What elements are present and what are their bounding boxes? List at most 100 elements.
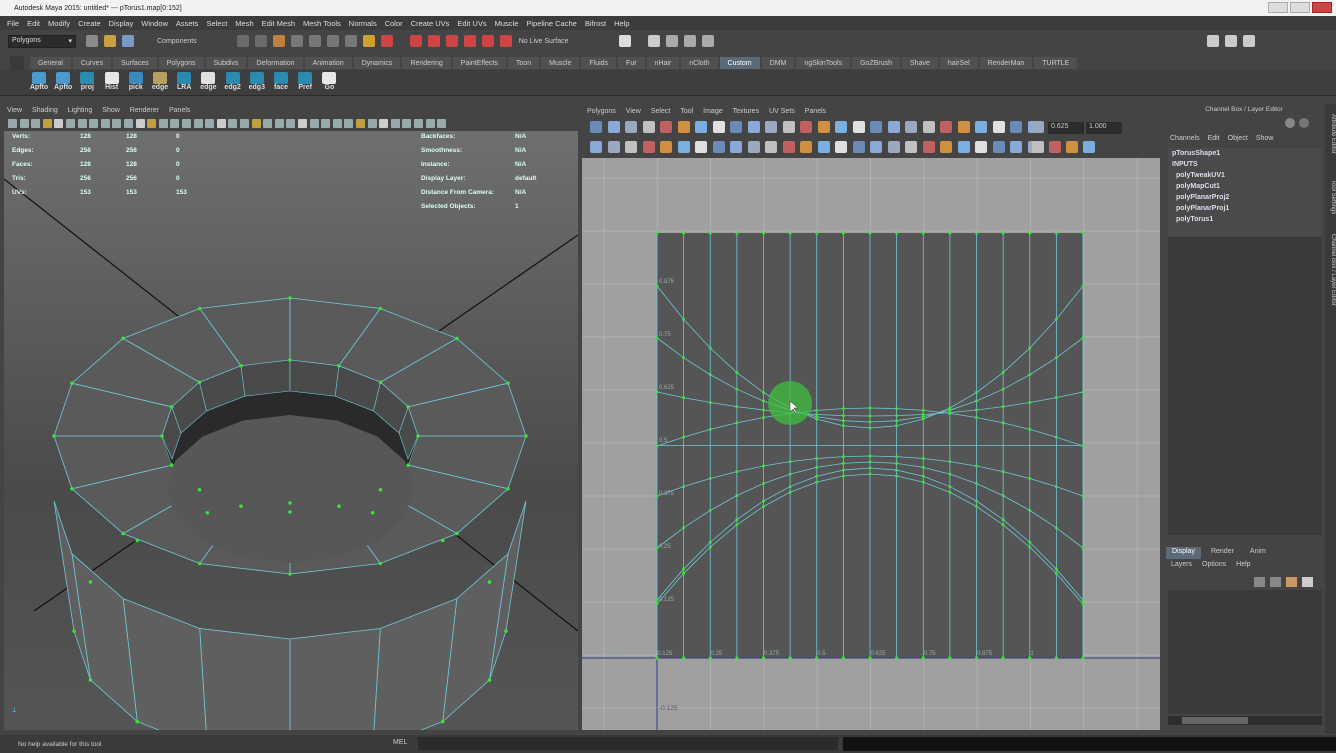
uv-vertex[interactable] (1001, 231, 1005, 235)
channel-box-toggle-icon[interactable] (701, 35, 714, 47)
torus-vertex[interactable] (205, 510, 210, 515)
uv-vertex[interactable] (921, 231, 925, 235)
uv-vertex[interactable] (762, 505, 765, 508)
uv-tool-icon[interactable] (905, 141, 917, 153)
torus-vertex[interactable] (135, 719, 140, 724)
shelf-button-face[interactable]: face (270, 72, 292, 94)
uv-tool-icon[interactable] (607, 121, 620, 133)
torus-vertex[interactable] (169, 463, 174, 467)
uv-tool-icon[interactable] (1010, 141, 1022, 153)
modeling-toolkit-icon[interactable] (1206, 35, 1219, 47)
side-tab[interactable]: Attribute Editor (1325, 114, 1336, 154)
uv-vertex[interactable] (1028, 231, 1032, 235)
torus-vertex[interactable] (121, 531, 125, 536)
snap-grid-icon[interactable] (290, 35, 303, 47)
uv-vertex[interactable] (788, 656, 792, 660)
uv-vertex[interactable] (1081, 602, 1085, 606)
menu-select[interactable]: Select (206, 19, 227, 28)
torus-vertex[interactable] (440, 538, 445, 543)
uv-vertex[interactable] (762, 399, 765, 403)
uv-vertex[interactable] (708, 477, 712, 480)
shelf-button-go[interactable]: Go (318, 72, 340, 94)
uv-tool-icon[interactable] (765, 121, 777, 133)
uv-vertex[interactable] (948, 656, 952, 660)
uv-vertex[interactable] (895, 455, 899, 459)
torus-vertex[interactable] (70, 381, 74, 385)
torus-vertex[interactable] (406, 405, 411, 409)
shelf-tab-turtle[interactable]: TURTLE (1034, 57, 1078, 69)
uv-vertex[interactable] (788, 231, 792, 235)
layer-tab-display[interactable]: Display (1166, 547, 1201, 559)
uv-vertex[interactable] (1001, 387, 1005, 391)
uv-vertex[interactable] (1001, 494, 1005, 498)
layer-menu-help[interactable]: Help (1236, 561, 1250, 573)
layer-scrollbar[interactable] (1168, 716, 1322, 725)
uv-tool-icon[interactable] (1049, 141, 1061, 153)
uv-vertex[interactable] (1028, 373, 1032, 377)
torus-vertex[interactable] (197, 487, 202, 492)
viewport-tool-icon[interactable] (42, 119, 52, 128)
torus-vertex[interactable] (288, 358, 292, 362)
shelf-tab-surfaces[interactable]: Surfaces (113, 57, 157, 69)
uv-vertex[interactable] (762, 408, 765, 412)
menu-mesh[interactable]: Mesh (235, 19, 253, 28)
uv-tool-icon[interactable] (765, 141, 777, 153)
shelf-tab-ncloth[interactable]: nCloth (681, 57, 718, 69)
uv-vertex[interactable] (975, 499, 978, 503)
viewport-tool-icon[interactable] (147, 119, 157, 128)
uv-tool-icon[interactable] (625, 121, 637, 133)
scrollbar-thumb[interactable] (1182, 717, 1248, 724)
uv-vertex[interactable] (761, 231, 766, 235)
uv-vertex[interactable] (815, 465, 819, 469)
shelf-tab-ngskintools[interactable]: ngSkinTools (796, 57, 851, 69)
uv-tool-icon[interactable] (677, 141, 690, 153)
move-up-icon[interactable] (1286, 577, 1297, 587)
uv-vertex[interactable] (841, 455, 845, 459)
torus-vertex[interactable] (455, 531, 459, 536)
uv-vertex[interactable] (921, 474, 925, 478)
uv-vertex[interactable] (1054, 317, 1058, 321)
shelf-tab-custom[interactable]: Custom (719, 57, 760, 69)
torus-vertex[interactable] (121, 336, 125, 341)
uv-vertex[interactable] (815, 408, 819, 412)
uv-vertex[interactable] (735, 371, 739, 375)
uv-vertex[interactable] (815, 231, 819, 235)
close-button[interactable] (1312, 2, 1332, 13)
uv-field-a[interactable]: 0.625 (1048, 122, 1084, 134)
uv-vertex[interactable] (1001, 421, 1005, 425)
uv-vertex[interactable] (1081, 656, 1085, 660)
shelf-tab-subdivs[interactable]: Subdivs (205, 57, 247, 69)
uv-vertex[interactable] (1001, 470, 1005, 474)
uv-tool-icon[interactable] (712, 121, 725, 133)
viewport-tool-icon[interactable] (390, 119, 400, 128)
input-node[interactable]: polyTweakUV1 (1168, 170, 1322, 181)
uv-vertex[interactable] (868, 426, 872, 430)
uv-vertex[interactable] (1081, 546, 1085, 550)
uv-vertex[interactable] (1028, 508, 1032, 512)
uv-vertex[interactable] (948, 231, 952, 235)
uv-vertex[interactable] (841, 407, 845, 411)
uv-tool-icon[interactable] (887, 141, 900, 153)
uv-tool-icon[interactable] (1032, 121, 1044, 133)
menu-edit-mesh[interactable]: Edit Mesh (262, 19, 295, 28)
torus-vertex[interactable] (378, 487, 383, 492)
uv-vertex[interactable] (948, 472, 952, 476)
viewport-tool-icon[interactable] (425, 119, 435, 128)
snap-point-icon[interactable] (326, 35, 339, 47)
torus-vertex[interactable] (88, 678, 93, 682)
ipr-render-icon[interactable] (463, 35, 476, 47)
snap-plane-icon[interactable] (344, 35, 357, 47)
viewport-tool-icon[interactable] (89, 119, 99, 128)
uv-tool-icon[interactable] (940, 141, 952, 153)
shelf-tab-muscle[interactable]: Muscle (541, 57, 580, 69)
maximize-button[interactable] (1290, 2, 1310, 13)
shelf-button-edge[interactable]: edge (149, 72, 171, 94)
viewport-tool-icon[interactable] (321, 119, 331, 128)
uv-vertex[interactable] (708, 401, 712, 404)
shelf-button-edg2[interactable]: edg2 (222, 72, 244, 94)
viewport-tool-icon[interactable] (286, 119, 296, 128)
uv-vertex[interactable] (735, 494, 739, 498)
viewport-tool-icon[interactable] (8, 119, 17, 128)
uv-tool-icon[interactable] (992, 121, 1005, 133)
uv-tool-icon[interactable] (660, 121, 672, 133)
